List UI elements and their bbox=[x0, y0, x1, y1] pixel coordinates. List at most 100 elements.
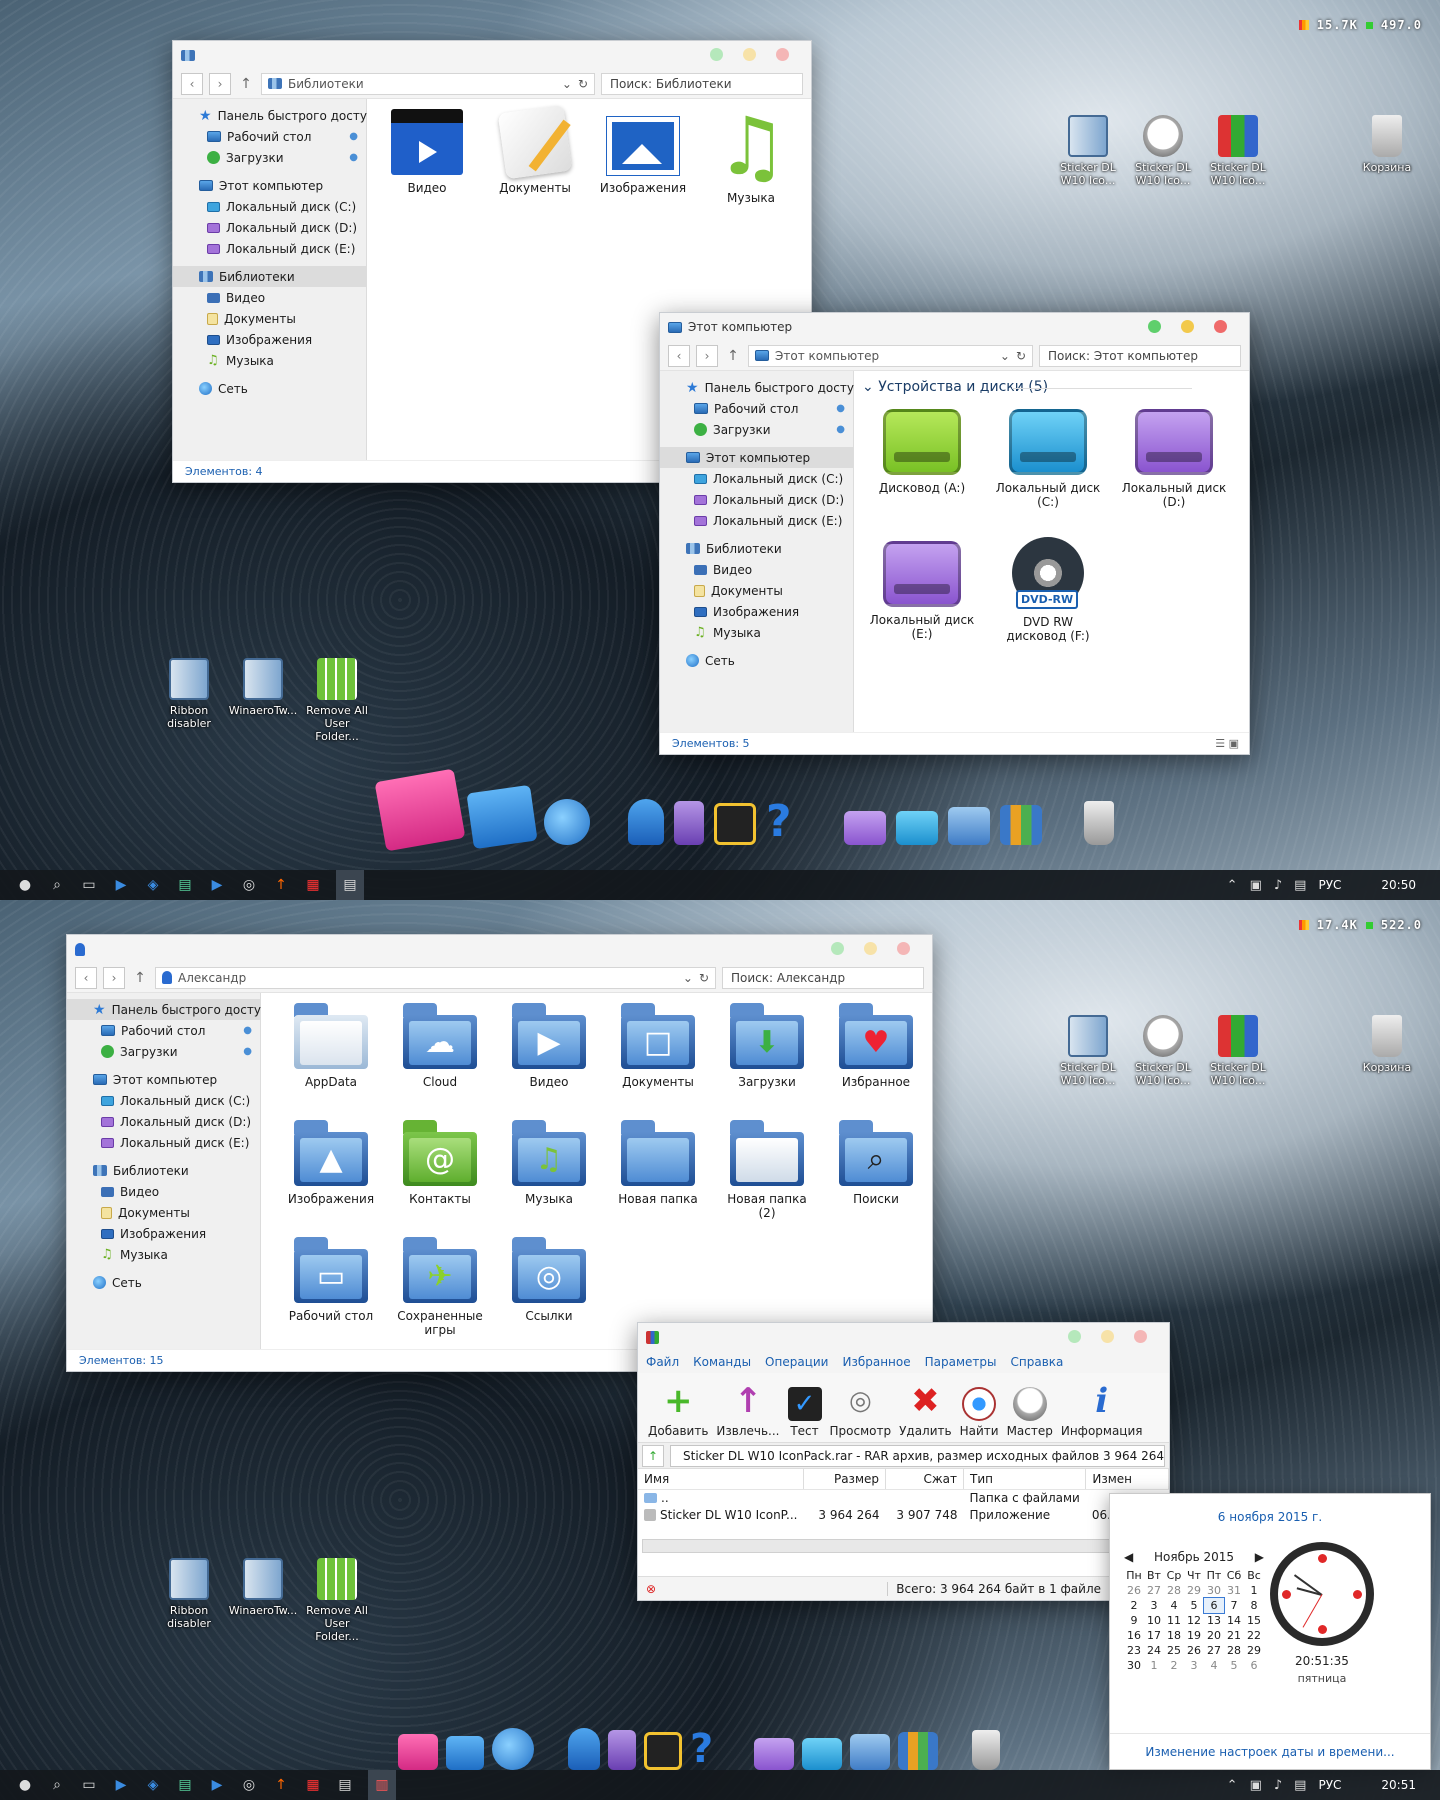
menu-file[interactable]: Файл bbox=[646, 1355, 679, 1369]
shield-icon[interactable]: ◈ bbox=[144, 876, 162, 894]
network-icon[interactable]: ▣ bbox=[1250, 1778, 1262, 1793]
view-button[interactable]: ◎ Просмотр bbox=[830, 1377, 892, 1438]
calendar-day[interactable]: 25 bbox=[1164, 1643, 1184, 1658]
calendar-day[interactable]: 29 bbox=[1244, 1643, 1264, 1658]
drive-d[interactable]: Локальный диск (D:) bbox=[1118, 409, 1230, 509]
maximize-button[interactable] bbox=[710, 48, 723, 61]
nav-disk-d[interactable]: Локальный диск (D:) bbox=[660, 489, 853, 510]
nav-video[interactable]: Видео bbox=[67, 1181, 260, 1202]
nav-downloads[interactable]: Загрузки ● bbox=[67, 1041, 260, 1062]
monitor-icon[interactable]: ▤ bbox=[176, 1776, 194, 1794]
taskbar-clock[interactable]: 20:50 bbox=[1381, 878, 1416, 892]
calendar-day[interactable]: 4 bbox=[1164, 1598, 1184, 1613]
help-icon[interactable]: ? bbox=[690, 1728, 722, 1770]
drive-c[interactable]: Локальный диск (C:) bbox=[992, 409, 1104, 509]
calendar-day[interactable]: 15 bbox=[1244, 1613, 1264, 1628]
folder-searches[interactable]: ⌕ Поиски bbox=[826, 1118, 926, 1206]
nav-desktop[interactable]: Рабочий стол ● bbox=[173, 126, 366, 147]
taskbar-clock[interactable]: 20:51 bbox=[1381, 1778, 1416, 1792]
maximize-button[interactable] bbox=[1068, 1330, 1081, 1343]
up-arrow-icon[interactable]: ↑ bbox=[724, 348, 742, 364]
search-input[interactable]: Поиск: Библиотеки bbox=[601, 72, 803, 95]
downloads-folder-icon[interactable] bbox=[948, 807, 990, 845]
nav-music[interactable]: ♫ Музыка bbox=[67, 1244, 260, 1265]
desktop-icon-winaero[interactable]: WinaeroTw... bbox=[228, 658, 298, 717]
nav-downloads[interactable]: Загрузки ● bbox=[660, 419, 853, 440]
desktop-icon-recycle-bin[interactable]: Корзина bbox=[1352, 1015, 1422, 1074]
checkmark-icon[interactable] bbox=[644, 1732, 682, 1770]
search-input[interactable]: Поиск: Этот компьютер bbox=[1039, 344, 1241, 367]
calendar-day[interactable]: 30 bbox=[1204, 1583, 1224, 1598]
desktop-icon-sticker-1[interactable]: Sticker DL W10 Ico... bbox=[1053, 1015, 1123, 1087]
drive-e[interactable]: Локальный диск (E:) bbox=[866, 541, 978, 641]
trash-icon[interactable] bbox=[972, 1730, 1000, 1770]
shield-icon[interactable]: ◈ bbox=[144, 1776, 162, 1794]
search-input[interactable]: Поиск: Александр bbox=[722, 966, 924, 989]
calendar-day[interactable]: 27 bbox=[1144, 1583, 1164, 1598]
nav-disk-e[interactable]: Локальный диск (E:) bbox=[173, 238, 366, 259]
refresh-icon[interactable]: ↻ bbox=[1016, 349, 1026, 363]
apple-start-icon[interactable]: ● bbox=[16, 876, 34, 894]
calendar-day[interactable]: 29 bbox=[1184, 1583, 1204, 1598]
folder-desktop[interactable]: ▭ Рабочий стол bbox=[281, 1235, 381, 1323]
play-icon[interactable]: ▶ bbox=[208, 1776, 226, 1794]
path-field[interactable]: Александр ⌄ ↻ bbox=[155, 966, 716, 989]
folder-downloads[interactable]: ⬇ Загрузки bbox=[717, 1001, 817, 1089]
col-type[interactable]: Тип bbox=[963, 1469, 1087, 1490]
desktop-icon-remove-folders[interactable]: Remove All User Folder... bbox=[302, 658, 372, 743]
media-player-icon[interactable]: ▶ bbox=[112, 1776, 130, 1794]
calendar-day[interactable]: 1 bbox=[1244, 1583, 1264, 1598]
media-player-icon[interactable]: ▶ bbox=[112, 876, 130, 894]
col-name[interactable]: Имя bbox=[638, 1469, 804, 1490]
path-field[interactable]: Этот компьютер ⌄ ↻ bbox=[748, 344, 1033, 367]
desktop-icon-sticker-2[interactable]: Sticker DL W10 Ico... bbox=[1128, 115, 1198, 187]
volume-icon[interactable]: ♪ bbox=[1274, 1778, 1282, 1793]
explorer-taskbar-icon[interactable]: ▤ bbox=[336, 870, 364, 900]
user-icon[interactable] bbox=[628, 799, 664, 845]
calendar-day[interactable]: 6 bbox=[1203, 1597, 1225, 1614]
minimize-button[interactable] bbox=[864, 942, 877, 955]
presentation-icon[interactable] bbox=[466, 784, 538, 850]
calendar-day[interactable]: 5 bbox=[1184, 1598, 1204, 1613]
apple-start-icon[interactable]: ● bbox=[16, 1776, 34, 1794]
back-button[interactable]: ‹ bbox=[181, 72, 203, 95]
calendar-day[interactable]: 17 bbox=[1144, 1628, 1164, 1643]
calendar-day[interactable]: 28 bbox=[1164, 1583, 1184, 1598]
task-view-icon[interactable]: ▭ bbox=[80, 876, 98, 894]
back-button[interactable]: ‹ bbox=[75, 966, 97, 989]
section-header[interactable]: ⌄ Устройства и диски (5) bbox=[862, 379, 1193, 395]
notification-icon[interactable]: ▤ bbox=[1294, 1778, 1306, 1793]
folder-saved-games[interactable]: ✈ Сохраненные игры bbox=[390, 1235, 490, 1337]
checkmark-icon[interactable] bbox=[714, 803, 756, 845]
maximize-button[interactable] bbox=[1148, 320, 1161, 333]
folder-new[interactable]: Новая папка bbox=[608, 1118, 708, 1206]
browser-icon[interactable]: ◎ bbox=[240, 1776, 258, 1794]
desktop-icon-sticker-2[interactable]: Sticker DL W10 Ico... bbox=[1128, 1015, 1198, 1087]
network-icon[interactable]: ▣ bbox=[1250, 878, 1262, 893]
folder-video[interactable]: ▶ Видео bbox=[499, 1001, 599, 1089]
desktop-icon-sticker-3[interactable]: Sticker DL W10 Ico... bbox=[1203, 115, 1273, 187]
nav-downloads[interactable]: Загрузки ● bbox=[173, 147, 366, 168]
calendar-day[interactable]: 30 bbox=[1124, 1658, 1144, 1673]
extract-button[interactable]: ↑ Извлечь... bbox=[716, 1377, 779, 1438]
calendar-day[interactable]: 26 bbox=[1184, 1643, 1204, 1658]
chevron-down-icon[interactable]: ⌄ bbox=[562, 77, 572, 91]
minimize-button[interactable] bbox=[743, 48, 756, 61]
view-toggle-icons[interactable]: ☰ ▣ bbox=[1215, 737, 1239, 750]
folder-music[interactable]: ♫ Музыка bbox=[499, 1118, 599, 1206]
chess-knight-icon[interactable] bbox=[674, 801, 704, 845]
chess-knight-icon[interactable] bbox=[608, 1730, 636, 1770]
up-folder-icon[interactable]: ↑ bbox=[642, 1444, 664, 1467]
refresh-icon[interactable]: ↻ bbox=[578, 77, 588, 91]
col-size[interactable]: Размер bbox=[803, 1469, 886, 1490]
archive-path-field[interactable]: Sticker DL W10 IconPack.rar - RAR архив,… bbox=[670, 1444, 1165, 1467]
calendar-date[interactable]: 6 ноября 2015 г. bbox=[1110, 1510, 1430, 1524]
find-button[interactable]: Найти bbox=[960, 1377, 999, 1438]
next-month-icon[interactable]: ▶ bbox=[1255, 1550, 1264, 1564]
library-item-music[interactable]: ♫ Музыка bbox=[703, 107, 799, 206]
drive-a[interactable]: Дисковод (A:) bbox=[866, 409, 978, 495]
nav-video[interactable]: Видео bbox=[173, 287, 366, 308]
nav-music[interactable]: ♫ Музыка bbox=[173, 350, 366, 371]
minimize-button[interactable] bbox=[1181, 320, 1194, 333]
language-indicator[interactable]: РУС bbox=[1318, 1778, 1341, 1792]
